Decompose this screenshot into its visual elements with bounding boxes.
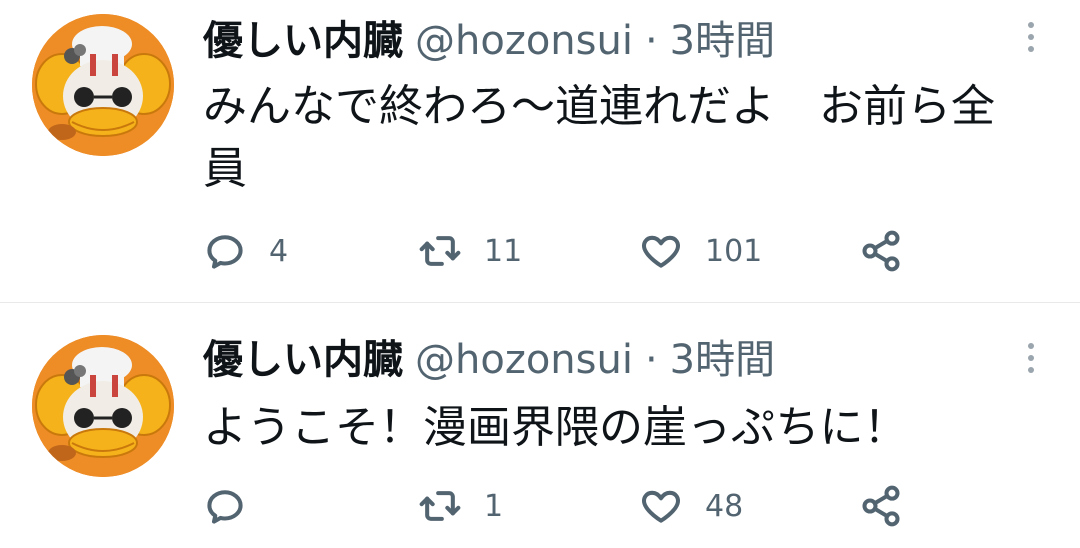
more-vertical-icon[interactable] <box>1026 343 1036 379</box>
retweet-icon <box>419 491 461 521</box>
tweet-actions: 1 48 <box>203 481 923 531</box>
timestamp[interactable]: 3時間 <box>670 14 775 68</box>
retweet-icon <box>419 236 461 266</box>
like-count: 101 <box>705 233 763 269</box>
display-name[interactable]: 優しい内臓 <box>203 333 403 387</box>
more-vertical-icon[interactable] <box>1026 22 1036 58</box>
tweet-actions: 4 11 101 <box>203 226 923 276</box>
retweet-button[interactable]: 11 <box>418 226 522 276</box>
display-name[interactable]: 優しい内臓 <box>203 14 403 68</box>
tweet[interactable]: 優しい内臓 @hozonsui · 3時間 みんなで終わろ〜道連れだよ お前ら全… <box>0 0 1080 302</box>
avatar-illustration <box>32 335 174 477</box>
tweet[interactable]: 優しい内臓 @hozonsui · 3時間 ようこそ！漫画界隈の崖っぷちに！ 1 <box>0 303 1080 548</box>
share-icon <box>862 230 900 272</box>
share-icon <box>862 485 900 527</box>
user-handle[interactable]: @hozonsui <box>415 14 633 68</box>
like-button[interactable]: 48 <box>639 481 743 531</box>
separator-dot: · <box>644 337 658 383</box>
heart-icon <box>642 490 680 523</box>
share-button[interactable] <box>859 226 903 276</box>
reply-icon <box>207 490 243 524</box>
heart-icon <box>642 235 680 268</box>
avatar[interactable] <box>32 14 174 156</box>
avatar[interactable] <box>32 335 174 477</box>
tweet-text: ようこそ！漫画界隈の崖っぷちに！ <box>203 402 908 453</box>
tweet-text: みんなで終わろ〜道連れだよ お前ら全員 <box>203 81 995 194</box>
reply-button[interactable]: 4 <box>203 226 288 276</box>
retweet-button[interactable]: 1 <box>418 481 503 531</box>
like-count: 48 <box>705 488 744 524</box>
reply-icon <box>207 235 243 269</box>
tweet-header: 優しい内臓 @hozonsui · 3時間 <box>203 14 775 68</box>
tweet-header: 優しい内臓 @hozonsui · 3時間 <box>203 333 775 387</box>
reply-button[interactable] <box>203 481 269 531</box>
avatar-illustration <box>32 14 174 156</box>
user-handle[interactable]: @hozonsui <box>415 333 633 387</box>
retweet-count: 11 <box>484 233 523 269</box>
separator-dot: · <box>644 18 658 64</box>
share-button[interactable] <box>859 481 903 531</box>
retweet-count: 1 <box>484 488 504 524</box>
timestamp[interactable]: 3時間 <box>670 333 775 387</box>
reply-count: 4 <box>269 233 289 269</box>
like-button[interactable]: 101 <box>639 226 762 276</box>
